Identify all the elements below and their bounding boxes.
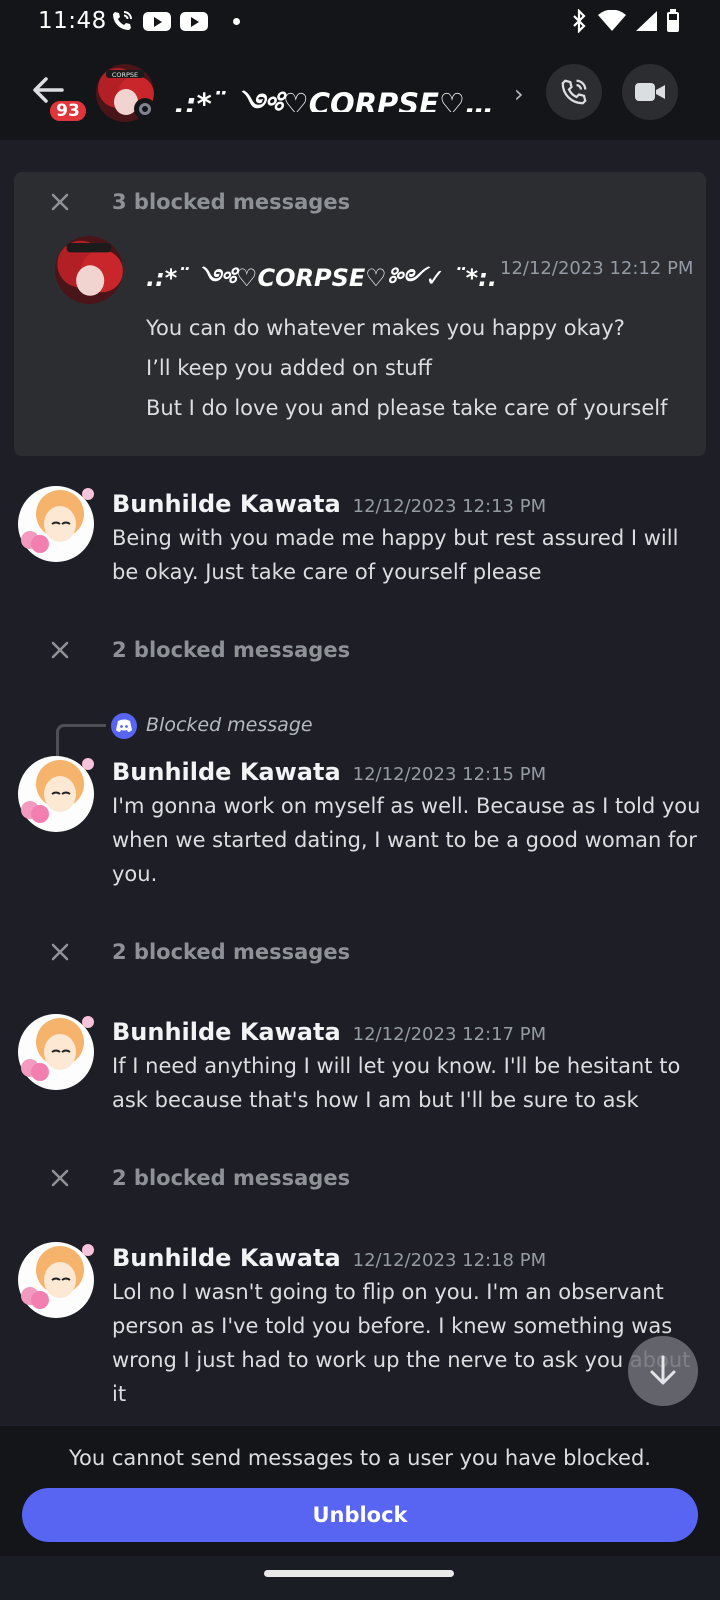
discord-icon [111, 713, 137, 739]
message-text: If I need anything I will let you know. … [112, 1054, 681, 1112]
message-author[interactable]: Bunhilde Kawata 12/12/2023 12:15 PM [112, 758, 546, 786]
expanded-blocked-group: 3 blocked messages .:*¨ ༺♡CORPSE♡༻✓ ¨*:.… [14, 172, 706, 456]
status-time: 11:48 [38, 8, 107, 34]
status-bar: 11:48 [0, 0, 720, 44]
reply-preview[interactable]: Blocked message [146, 714, 313, 736]
blocked-count-label: 2 blocked messages [112, 1166, 351, 1190]
bluetooth-icon [573, 9, 586, 33]
blocked-header[interactable]: 3 blocked messages [14, 182, 706, 222]
blocked-count-label: 3 blocked messages [112, 190, 351, 214]
message-text: I'm gonna work on myself as well. Becaus… [112, 794, 701, 886]
voice-call-button[interactable] [546, 64, 602, 120]
channel-name[interactable]: .:*¨ ༺♡CORPSE♡… [174, 72, 504, 112]
blocked-messages-collapsed[interactable]: 2 blocked messages [0, 630, 720, 670]
blocked-footer: You cannot send messages to a user you h… [0, 1426, 720, 1556]
offline-status-icon [134, 98, 156, 120]
avatar[interactable] [16, 1240, 96, 1320]
message-timestamp: 12/12/2023 12:15 PM [352, 764, 547, 785]
message-list[interactable]: 3 blocked messages .:*¨ ༺♡CORPSE♡༻✓ ¨*:.… [0, 140, 720, 1426]
blocked-notice: You cannot send messages to a user you h… [69, 1446, 651, 1470]
message-text: You can do whatever makes you happy okay… [146, 316, 625, 340]
unblock-button[interactable]: Unblock [22, 1488, 698, 1542]
close-icon[interactable] [50, 942, 70, 962]
message-timestamp: 12/12/2023 12:17 PM [352, 1024, 547, 1045]
message-timestamp: 12/12/2023 12:18 PM [352, 1250, 547, 1271]
message-author[interactable]: Bunhilde Kawata 12/12/2023 12:18 PM [112, 1244, 546, 1272]
blocked-messages-collapsed[interactable]: 2 blocked messages [0, 932, 720, 972]
avatar-label: CORPSE [112, 71, 138, 79]
video-camera-icon [635, 83, 665, 101]
avatar[interactable] [16, 754, 96, 834]
message-author[interactable]: .:*¨ ༺♡CORPSE♡༻✓ ¨*:. [146, 252, 497, 319]
chevron-right-icon[interactable]: › [514, 80, 524, 108]
message-text: Lol no I wasn't going to flip on you. I'… [112, 1280, 691, 1406]
message-text: I’ll keep you added on stuff [146, 356, 432, 380]
message-text: Being with you made me happy but rest as… [112, 526, 679, 584]
message-timestamp: 12/12/2023 12:12 PM [500, 258, 694, 279]
message-timestamp: 12/12/2023 12:13 PM [352, 496, 547, 517]
close-icon[interactable] [50, 640, 70, 660]
message-author[interactable]: Bunhilde Kawata 12/12/2023 12:17 PM [112, 1018, 546, 1046]
blocked-count-label: 2 blocked messages [112, 940, 351, 964]
wifi-icon [598, 10, 626, 31]
wifi-calling-icon [113, 11, 132, 30]
avatar[interactable] [55, 236, 123, 304]
message-text: But I do love you and please take care o… [146, 396, 668, 420]
chat-header: 93 CORPSE .:*¨ ༺♡CORPSE♡… › [0, 44, 720, 140]
video-call-button[interactable] [622, 64, 678, 120]
message-author[interactable]: Bunhilde Kawata 12/12/2023 12:13 PM [112, 490, 546, 518]
battery-icon [667, 9, 679, 32]
notification-dot-icon [233, 17, 240, 25]
scroll-to-bottom-button[interactable] [628, 1336, 698, 1406]
unread-badge: 93 [47, 98, 89, 124]
phone-icon [561, 79, 587, 105]
close-icon[interactable] [50, 1168, 70, 1188]
signal-icon [636, 11, 657, 31]
avatar[interactable] [16, 484, 96, 564]
blocked-count-label: 2 blocked messages [112, 638, 351, 662]
arrow-down-icon [650, 1355, 676, 1385]
navigation-bar [0, 1556, 720, 1600]
blocked-messages-collapsed[interactable]: 2 blocked messages [0, 1158, 720, 1198]
youtube-icon [143, 11, 171, 31]
youtube-icon-2 [180, 11, 208, 31]
close-icon[interactable] [50, 192, 70, 212]
avatar[interactable] [16, 1012, 96, 1092]
home-indicator[interactable] [264, 1570, 454, 1577]
